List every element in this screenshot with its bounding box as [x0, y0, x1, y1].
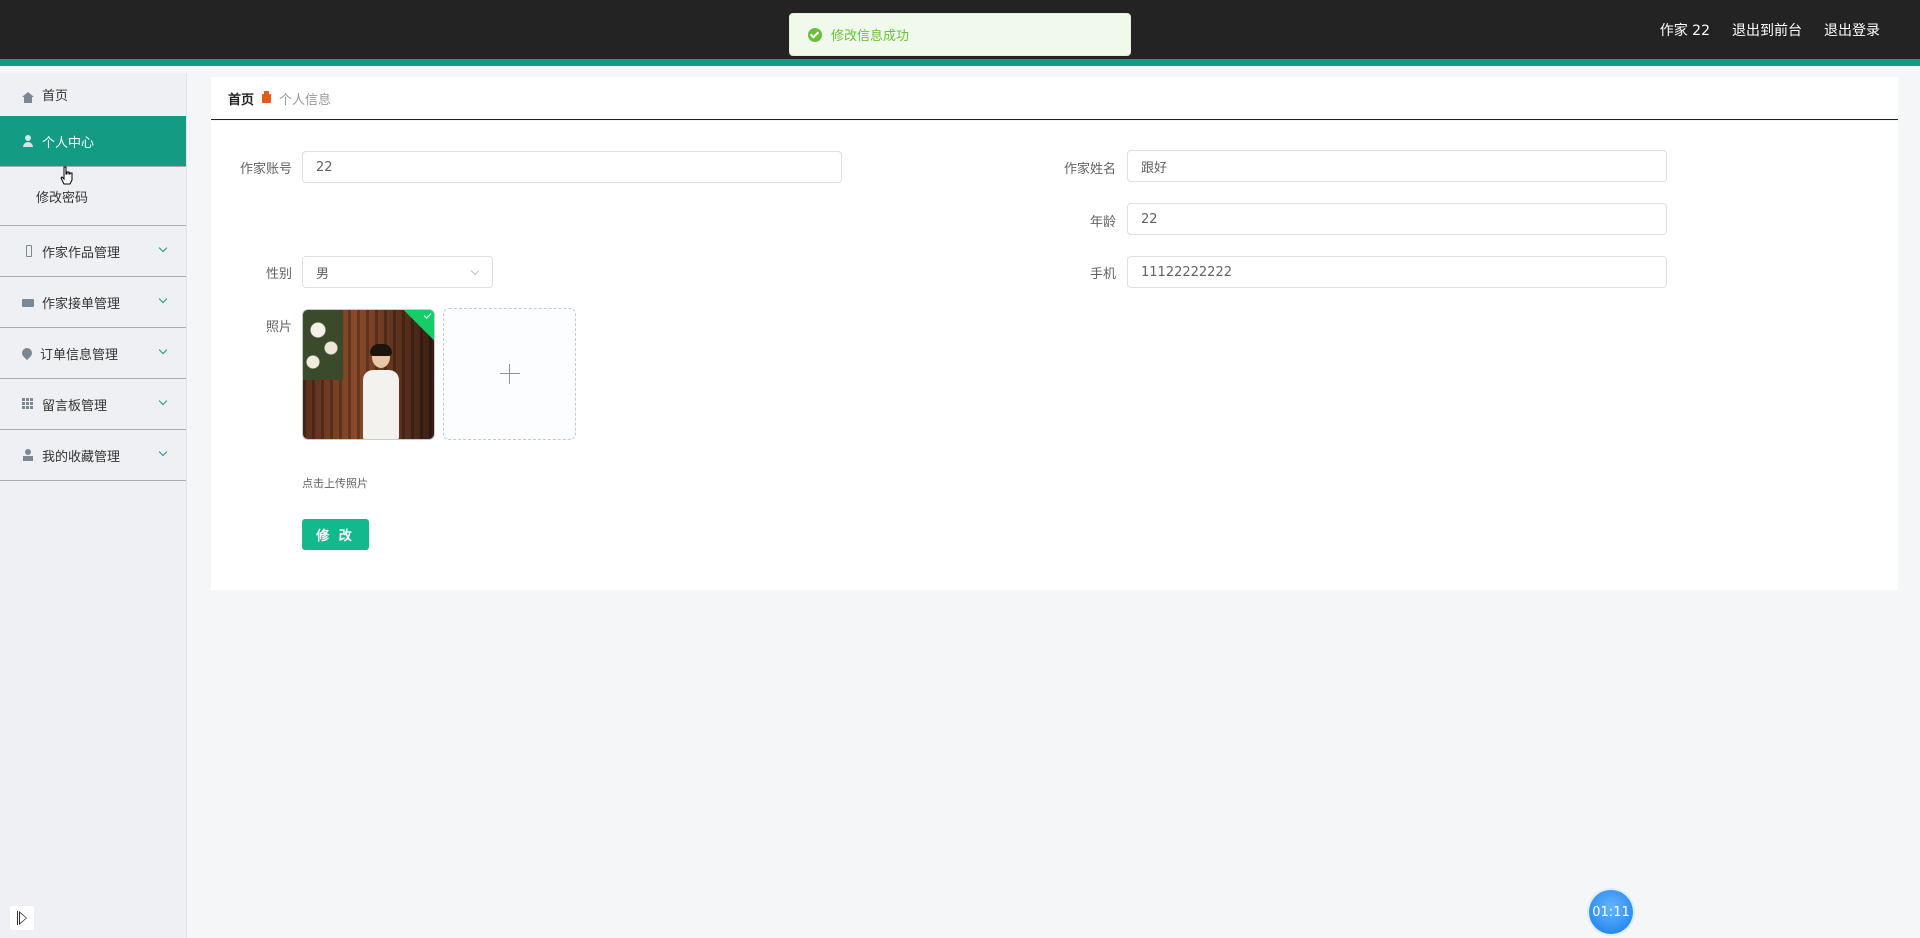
- current-user-label: 作家 22: [1659, 23, 1710, 39]
- chevron-down-icon: [158, 294, 168, 304]
- toast-message: 修改信息成功: [831, 29, 910, 44]
- chat-icon: [22, 299, 34, 307]
- account-value: 22: [316, 159, 333, 175]
- name-label: 作家姓名: [1063, 162, 1116, 177]
- upload-tip: 点击上传照片: [302, 477, 368, 490]
- collapse-bar-icon: [16, 911, 18, 925]
- sidebar-item-works-management[interactable]: 作家作品管理: [0, 226, 186, 277]
- breadcrumb-current: 个人信息: [279, 92, 332, 108]
- hand-cursor-icon: [60, 166, 74, 186]
- home-icon: [22, 92, 34, 103]
- breadcrumb: 首页 个人信息: [211, 77, 1898, 120]
- uploaded-photo[interactable]: [302, 309, 435, 440]
- sidebar-item-label: 留言板管理: [42, 398, 108, 414]
- sidebar-item-favorites-management[interactable]: 我的收藏管理: [0, 430, 186, 481]
- chevron-down-icon: [158, 345, 168, 355]
- sidebar-item-label: 首页: [42, 89, 69, 104]
- gender-select[interactable]: 男: [302, 256, 493, 288]
- phone-value: 11122222222: [1141, 264, 1232, 280]
- photo-person: [361, 344, 401, 439]
- sidebar-subitem-change-password[interactable]: 修改密码: [0, 167, 186, 226]
- submit-button[interactable]: 修 改: [302, 519, 369, 550]
- chevron-down-icon: [158, 396, 168, 406]
- sidebar-item-message-board-management[interactable]: 留言板管理: [0, 379, 186, 430]
- success-check-icon: [808, 27, 822, 42]
- user-icon: [22, 135, 34, 147]
- logout-link[interactable]: 退出登录: [1824, 20, 1880, 40]
- chevron-down-icon: [158, 243, 168, 253]
- sidebar-item-label: 个人中心: [42, 135, 95, 151]
- floating-timer[interactable]: 01:11: [1589, 890, 1633, 934]
- account-input[interactable]: 22: [302, 151, 842, 183]
- chevron-down-icon: [470, 266, 480, 276]
- age-input[interactable]: 22: [1127, 203, 1667, 235]
- sidebar-item-order-info-management[interactable]: 订单信息管理: [0, 328, 186, 379]
- sidebar-item-orders-taken-management[interactable]: 作家接单管理: [0, 277, 186, 328]
- person-icon: [22, 449, 34, 461]
- pen-icon: [22, 245, 34, 257]
- header-actions: 作家 22 退出到前台 退出登录: [1660, 20, 1880, 40]
- photo-label: 照片: [265, 320, 292, 335]
- chevron-down-icon: [158, 447, 168, 457]
- photo-flowers: [303, 310, 343, 380]
- sidebar-item-label: 订单信息管理: [40, 347, 119, 363]
- breadcrumb-home[interactable]: 首页: [228, 89, 254, 108]
- name-input[interactable]: 跟好: [1127, 150, 1667, 182]
- sidebar-item-label: 修改密码: [36, 190, 89, 206]
- sidebar-item-label: 我的收藏管理: [42, 449, 121, 465]
- success-toast: 修改信息成功: [789, 13, 1131, 56]
- photo-person-hair: [370, 344, 392, 356]
- plus-icon: [500, 364, 520, 384]
- photo-person-dress: [363, 370, 399, 439]
- name-value: 跟好: [1141, 160, 1168, 176]
- front-page-link[interactable]: 退出到前台: [1732, 20, 1802, 40]
- upload-photo-button[interactable]: [443, 308, 576, 440]
- sidebar-item-label: 作家作品管理: [42, 245, 121, 261]
- age-label: 年龄: [1089, 215, 1116, 230]
- grid-icon: [22, 398, 34, 410]
- sidebar-item-home[interactable]: 首页: [0, 73, 186, 116]
- timer-value: 01:11: [1592, 904, 1630, 920]
- sidebar: 首页 个人中心 修改密码 作家作品管理 作家接单管理 订单信息管理 留言板管理 …: [0, 73, 187, 938]
- pin-icon: [19, 345, 35, 361]
- sidebar-item-label: 作家接单管理: [42, 296, 121, 312]
- phone-label: 手机: [1089, 267, 1116, 282]
- expand-arrow-icon: [18, 911, 28, 925]
- gender-label: 性别: [265, 267, 292, 282]
- gender-value: 男: [316, 266, 330, 282]
- account-label: 作家账号: [239, 162, 292, 177]
- sidebar-collapse-button[interactable]: [10, 906, 34, 930]
- phone-input[interactable]: 11122222222: [1127, 256, 1667, 288]
- age-value: 22: [1141, 211, 1158, 227]
- sidebar-item-personal-center[interactable]: 个人中心: [0, 116, 186, 167]
- breadcrumb-separator-icon: [262, 90, 272, 103]
